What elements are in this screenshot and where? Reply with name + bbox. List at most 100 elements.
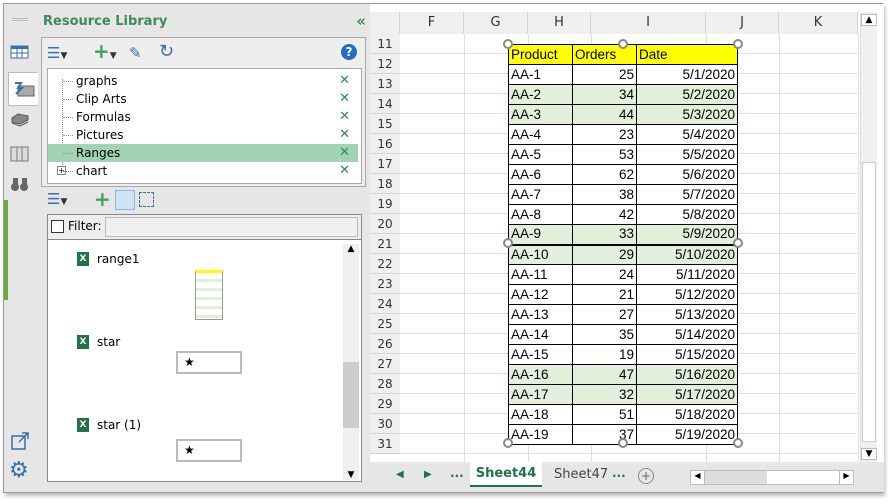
table-cell[interactable]: 27 — [572, 304, 637, 325]
row-header[interactable]: 15 — [370, 114, 400, 134]
settings-gear-icon[interactable]: ⚙ — [9, 460, 31, 482]
row-header[interactable]: 11 — [370, 34, 400, 54]
column-header[interactable]: I — [591, 12, 706, 34]
header-cell[interactable]: Date — [636, 44, 738, 65]
workbook-icon[interactable] — [10, 44, 32, 62]
table-cell[interactable]: AA-3 — [508, 104, 573, 125]
row-header[interactable]: 25 — [370, 314, 400, 334]
table-cell[interactable]: 25 — [572, 64, 637, 85]
add-icon[interactable]: +▼ — [93, 39, 117, 63]
table-cell[interactable]: 51 — [572, 404, 637, 425]
table-cell[interactable]: AA-10 — [508, 244, 573, 265]
resize-handle[interactable] — [733, 238, 743, 248]
table-cell[interactable]: 5/9/2020 — [636, 224, 738, 245]
table-cell[interactable]: 5/2/2020 — [636, 84, 738, 105]
table-cell[interactable]: 42 — [572, 204, 637, 225]
table-cell[interactable]: 5/7/2020 — [636, 184, 738, 205]
table-cell[interactable]: 44 — [572, 104, 637, 125]
table-cell[interactable]: AA-17 — [508, 384, 573, 405]
table-cell[interactable]: 5/6/2020 — [636, 164, 738, 185]
column-header[interactable]: G — [464, 12, 528, 34]
tab-sheet44[interactable]: Sheet44 — [470, 462, 542, 487]
add-entry-icon[interactable]: + — [94, 187, 111, 211]
tree-item[interactable]: Ranges ✕ — [48, 144, 358, 162]
tree-item[interactable]: Clip Arts ✕ — [48, 90, 358, 108]
resize-handle[interactable] — [618, 39, 628, 49]
table-cell[interactable]: 5/3/2020 — [636, 104, 738, 125]
scroll-thumb[interactable] — [343, 362, 359, 428]
row-header[interactable]: 27 — [370, 354, 400, 374]
table-cell[interactable]: AA-18 — [508, 404, 573, 425]
filter-checkbox[interactable] — [51, 220, 64, 233]
delete-icon[interactable]: ✕ — [339, 90, 350, 108]
row-header[interactable]: 29 — [370, 394, 400, 414]
help-icon[interactable]: ? — [341, 44, 357, 60]
table-cell[interactable]: 29 — [572, 244, 637, 265]
more-sheets-left[interactable]: ... — [450, 466, 464, 480]
table-cell[interactable]: 5/1/2020 — [636, 64, 738, 85]
table-cell[interactable]: 62 — [572, 164, 637, 185]
row-header[interactable]: 18 — [370, 174, 400, 194]
select-all-corner[interactable] — [370, 12, 400, 34]
delete-icon[interactable]: ✕ — [339, 144, 350, 162]
table-cell[interactable]: 5/14/2020 — [636, 324, 738, 345]
row-header[interactable]: 26 — [370, 334, 400, 354]
tree-item[interactable]: graphs ✕ — [48, 72, 358, 90]
view-menu-icon[interactable]: ☰▼ — [47, 44, 67, 62]
spreadsheet-grid[interactable]: FGHIJK 11 12 13 14 15 16 17 18 19 20 21 22 23 24 25 26 2… — [370, 4, 884, 492]
table-cell[interactable]: AA-6 — [508, 164, 573, 185]
vertical-scrollbar[interactable]: ▲ ▼ — [860, 12, 877, 462]
more-sheets-right[interactable]: ... — [612, 466, 626, 480]
tree-item[interactable]: + chart ✕ — [48, 162, 358, 180]
resource-entry[interactable]: Xstar (1) ★ — [37, 410, 331, 490]
table-cell[interactable]: 5/19/2020 — [636, 424, 738, 445]
row-header[interactable]: 23 — [370, 274, 400, 294]
table-cell[interactable]: 21 — [572, 284, 637, 305]
table-cell[interactable]: 34 — [572, 84, 637, 105]
delete-icon[interactable]: ✕ — [339, 108, 350, 126]
resource-entry[interactable]: Xrange1 — [37, 244, 331, 324]
table-cell[interactable]: AA-7 — [508, 184, 573, 205]
row-header[interactable]: 19 — [370, 194, 400, 214]
entries-view-menu-icon[interactable]: ☰▼ — [47, 190, 67, 208]
table-cell[interactable]: 38 — [572, 184, 637, 205]
delete-icon[interactable]: ✕ — [339, 162, 350, 180]
row-header[interactable]: 12 — [370, 54, 400, 74]
entries-scrollbar[interactable]: ▲ ▼ — [343, 244, 359, 480]
prev-sheet-icon[interactable]: ◀ — [396, 469, 404, 480]
resize-handle[interactable] — [503, 238, 513, 248]
row-header[interactable]: 31 — [370, 434, 400, 454]
row-header[interactable]: 30 — [370, 414, 400, 434]
table-cell[interactable]: AA-5 — [508, 144, 573, 165]
table-cell[interactable]: 5/15/2020 — [636, 344, 738, 365]
add-sheet-icon[interactable]: + — [638, 468, 654, 484]
tab-sheet47[interactable]: Sheet47 — [554, 467, 608, 482]
table-cell[interactable]: AA-9 — [508, 224, 573, 245]
table-cell[interactable]: 5/5/2020 — [636, 144, 738, 165]
table-cell[interactable]: AA-13 — [508, 304, 573, 325]
table-cell[interactable]: 32 — [572, 384, 637, 405]
delete-icon[interactable]: ✕ — [339, 126, 350, 144]
table-cell[interactable]: 23 — [572, 124, 637, 145]
column-header[interactable]: K — [779, 12, 858, 34]
table-cell[interactable]: 5/16/2020 — [636, 364, 738, 385]
resize-handle[interactable] — [503, 438, 513, 448]
table-cell[interactable]: 5/18/2020 — [636, 404, 738, 425]
table-cell[interactable]: AA-14 — [508, 324, 573, 345]
scroll-thumb[interactable] — [767, 471, 839, 484]
column-header[interactable]: F — [400, 12, 464, 34]
table-cell[interactable]: 47 — [572, 364, 637, 385]
preview-view-icon[interactable] — [139, 192, 154, 207]
row-header[interactable]: 17 — [370, 154, 400, 174]
horizontal-scrollbar[interactable]: ◀ ▶ — [690, 470, 854, 485]
resize-handle[interactable] — [503, 39, 513, 49]
table-cell[interactable]: AA-1 — [508, 64, 573, 85]
resource-entry[interactable]: Xstar ★ — [37, 327, 331, 407]
table-cell[interactable]: 19 — [572, 344, 637, 365]
edit-icon[interactable]: ✎ — [129, 44, 142, 62]
table-cell[interactable]: 5/10/2020 — [636, 244, 738, 265]
table-cell[interactable]: 5/12/2020 — [636, 284, 738, 305]
table-cell[interactable]: 5/17/2020 — [636, 384, 738, 405]
table-cell[interactable]: 5/4/2020 — [636, 124, 738, 145]
resize-handle[interactable] — [733, 438, 743, 448]
